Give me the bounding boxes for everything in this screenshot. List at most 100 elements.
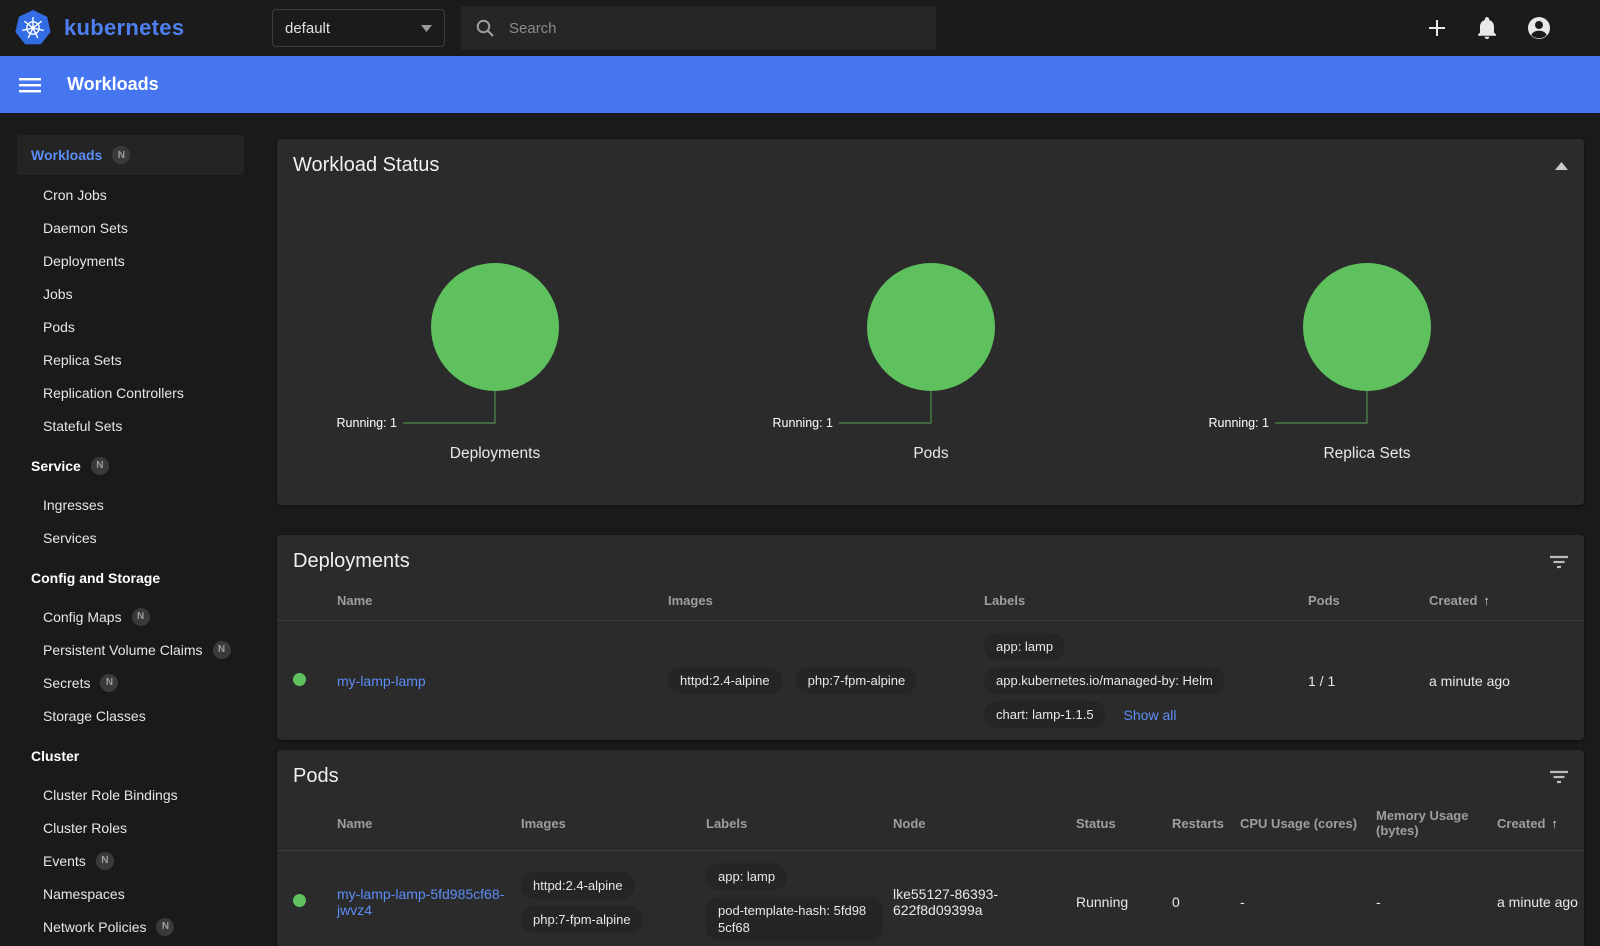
sidebar-item-persistent-volume-claims[interactable]: Persistent Volume Claims N [17, 633, 244, 666]
namespace-value: default [285, 20, 330, 37]
add-button[interactable] [1426, 17, 1448, 39]
sidebar-item-pods[interactable]: Pods [17, 310, 244, 343]
deployment-images: httpd:2.4-alpine php:7-fpm-alpine [668, 667, 984, 694]
sidebar-item-events[interactable]: Events N [17, 844, 244, 877]
chip: httpd:2.4-alpine [668, 667, 782, 694]
pods-card: Pods NameImagesLabelsNodeStatusRestartsC… [277, 750, 1584, 946]
donut-chart: Running: 1 [713, 187, 1149, 441]
hamburger-icon [18, 73, 42, 97]
deployments-table-header: NameImagesLabelsPodsCreated↑ [277, 583, 1584, 621]
sidebar-item-jobs[interactable]: Jobs [17, 277, 244, 310]
donut-chart: Running: 1 [277, 187, 713, 441]
status-ok-icon [293, 894, 306, 907]
deployments-column-header-labels[interactable]: Labels [984, 593, 1308, 608]
deployments-column-header-created[interactable]: Created↑ [1429, 593, 1584, 608]
deployments-column-header-images[interactable]: Images [668, 593, 984, 608]
search-input[interactable] [509, 20, 922, 37]
workload-status-card: Workload Status Running: 1 Deployments R… [277, 139, 1584, 505]
brand: kubernetes [0, 9, 261, 47]
workload-chart-replica-sets: Running: 1 Replica Sets [1149, 187, 1585, 463]
sidebar-item-replica-sets[interactable]: Replica Sets [17, 343, 244, 376]
pod-cpu: - [1240, 894, 1376, 910]
sidebar-item-replication-controllers[interactable]: Replication Controllers [17, 376, 244, 409]
pod-images: httpd:2.4-alpinephp:7-fpm-alpine [521, 872, 706, 933]
chip: php:7-fpm-alpine [796, 667, 918, 694]
new-badge: N [156, 918, 174, 936]
sidebar-item-workloads[interactable]: Workloads N [17, 135, 244, 175]
chip: app: lamp [706, 863, 787, 890]
account-button[interactable] [1526, 15, 1552, 41]
deployment-labels: app: lampapp.kubernetes.io/managed-by: H… [984, 633, 1308, 728]
workload-chart-pods: Running: 1 Pods [713, 187, 1149, 463]
sidebar-item-cron-jobs[interactable]: Cron Jobs [17, 178, 244, 211]
workload-status-title: Workload Status [293, 154, 439, 177]
deployments-card: Deployments NameImagesLabelsPodsCreated↑… [277, 535, 1584, 740]
sidebar-item-cluster-roles[interactable]: Cluster Roles [17, 811, 244, 844]
new-badge: N [112, 146, 130, 164]
pods-column-header-cpu-usage-cores-[interactable]: CPU Usage (cores) [1240, 816, 1376, 831]
filter-pods-button[interactable] [1550, 770, 1568, 784]
sidebar-item-cluster-role-bindings[interactable]: Cluster Role Bindings [17, 778, 244, 811]
pods-column-header-memory-usage-bytes-[interactable]: Memory Usage (bytes) [1376, 808, 1497, 838]
sidebar: Workloads N Cron Jobs Daemon Sets Deploy… [0, 113, 261, 946]
namespace-select[interactable]: default [272, 9, 445, 47]
pods-column-header-node[interactable]: Node [893, 816, 1076, 831]
pods-column-header-status[interactable]: Status [1076, 816, 1172, 831]
sidebar-item-secrets[interactable]: Secrets N [17, 666, 244, 699]
chart-title: Replica Sets [1323, 445, 1410, 463]
notifications-button[interactable] [1476, 16, 1498, 40]
plus-icon [1426, 17, 1448, 39]
bell-icon [1476, 16, 1498, 40]
donut-chart: Running: 1 [1149, 187, 1585, 441]
sidebar-item-namespaces[interactable]: Namespaces [17, 877, 244, 910]
sidebar-item-daemon-sets[interactable]: Daemon Sets [17, 211, 244, 244]
pods-column-header-name[interactable]: Name [337, 816, 521, 831]
sidebar-item-network-policies[interactable]: Network Policies N [17, 910, 244, 943]
page-title: Workloads [67, 74, 159, 95]
sidebar-item-service[interactable]: Service N [17, 449, 244, 482]
search-bar[interactable] [461, 6, 936, 50]
sidebar-item-deployments[interactable]: Deployments [17, 244, 244, 277]
sidebar-item-services[interactable]: Services [17, 521, 244, 554]
sidebar-item-config-maps[interactable]: Config Maps N [17, 600, 244, 633]
menu-button[interactable] [18, 73, 42, 97]
sidebar-item-stateful-sets[interactable]: Stateful Sets [17, 409, 244, 442]
filter-deployments-button[interactable] [1550, 555, 1568, 569]
filter-list-icon [1550, 555, 1568, 569]
pod-labels: app: lamp pod-template-hash: 5fd985cf68 [706, 863, 893, 941]
new-badge: N [213, 641, 231, 659]
deployments-title: Deployments [293, 550, 410, 573]
sidebar-item-storage-classes[interactable]: Storage Classes [17, 699, 244, 732]
pods-column-header-created[interactable]: Created↑ [1497, 816, 1584, 831]
chevron-up-icon [1555, 162, 1568, 170]
chevron-down-icon [421, 25, 432, 32]
pod-node: lke55127-86393-622f8d09399a [893, 886, 1076, 918]
chip: app.kubernetes.io/managed-by: Helm [984, 667, 1225, 694]
sidebar-item-ingresses[interactable]: Ingresses [17, 488, 244, 521]
workload-chart-deployments: Running: 1 Deployments [277, 187, 713, 463]
pod-row: my-lamp-lamp-5fd985cf68-jwvz4 httpd:2.4-… [277, 851, 1584, 946]
pod-restarts: 0 [1172, 894, 1240, 910]
brand-title: kubernetes [64, 15, 184, 41]
sort-ascending-icon: ↑ [1551, 816, 1558, 831]
pods-column-header-labels[interactable]: Labels [706, 816, 893, 831]
topbar: kubernetes default [0, 0, 1600, 56]
deployment-pods-count: 1 / 1 [1308, 673, 1429, 689]
svg-text:Running: 1: Running: 1 [773, 416, 834, 430]
pod-name-link[interactable]: my-lamp-lamp-5fd985cf68-jwvz4 [337, 886, 504, 918]
collapse-card-button[interactable] [1555, 162, 1568, 170]
pods-column-header-images[interactable]: Images [521, 816, 706, 831]
pod-status: Running [1076, 894, 1172, 910]
chip: php:7-fpm-alpine [521, 906, 643, 933]
pods-column-header-restarts[interactable]: Restarts [1172, 816, 1240, 831]
deployment-name-link[interactable]: my-lamp-lamp [337, 673, 426, 689]
chip: pod-template-hash: 5fd985cf68 [706, 897, 883, 941]
main-content: Workload Status Running: 1 Deployments R… [261, 113, 1600, 946]
deployments-column-header-name[interactable]: Name [337, 593, 668, 608]
filter-list-icon [1550, 770, 1568, 784]
pod-created: a minute ago [1497, 894, 1578, 910]
sidebar-item-config-and-storage: Config and Storage [17, 561, 244, 594]
show-all-labels-link[interactable]: Show all [1124, 707, 1177, 723]
deployments-column-header-pods[interactable]: Pods [1308, 593, 1429, 608]
appbar: Workloads [0, 56, 1600, 113]
